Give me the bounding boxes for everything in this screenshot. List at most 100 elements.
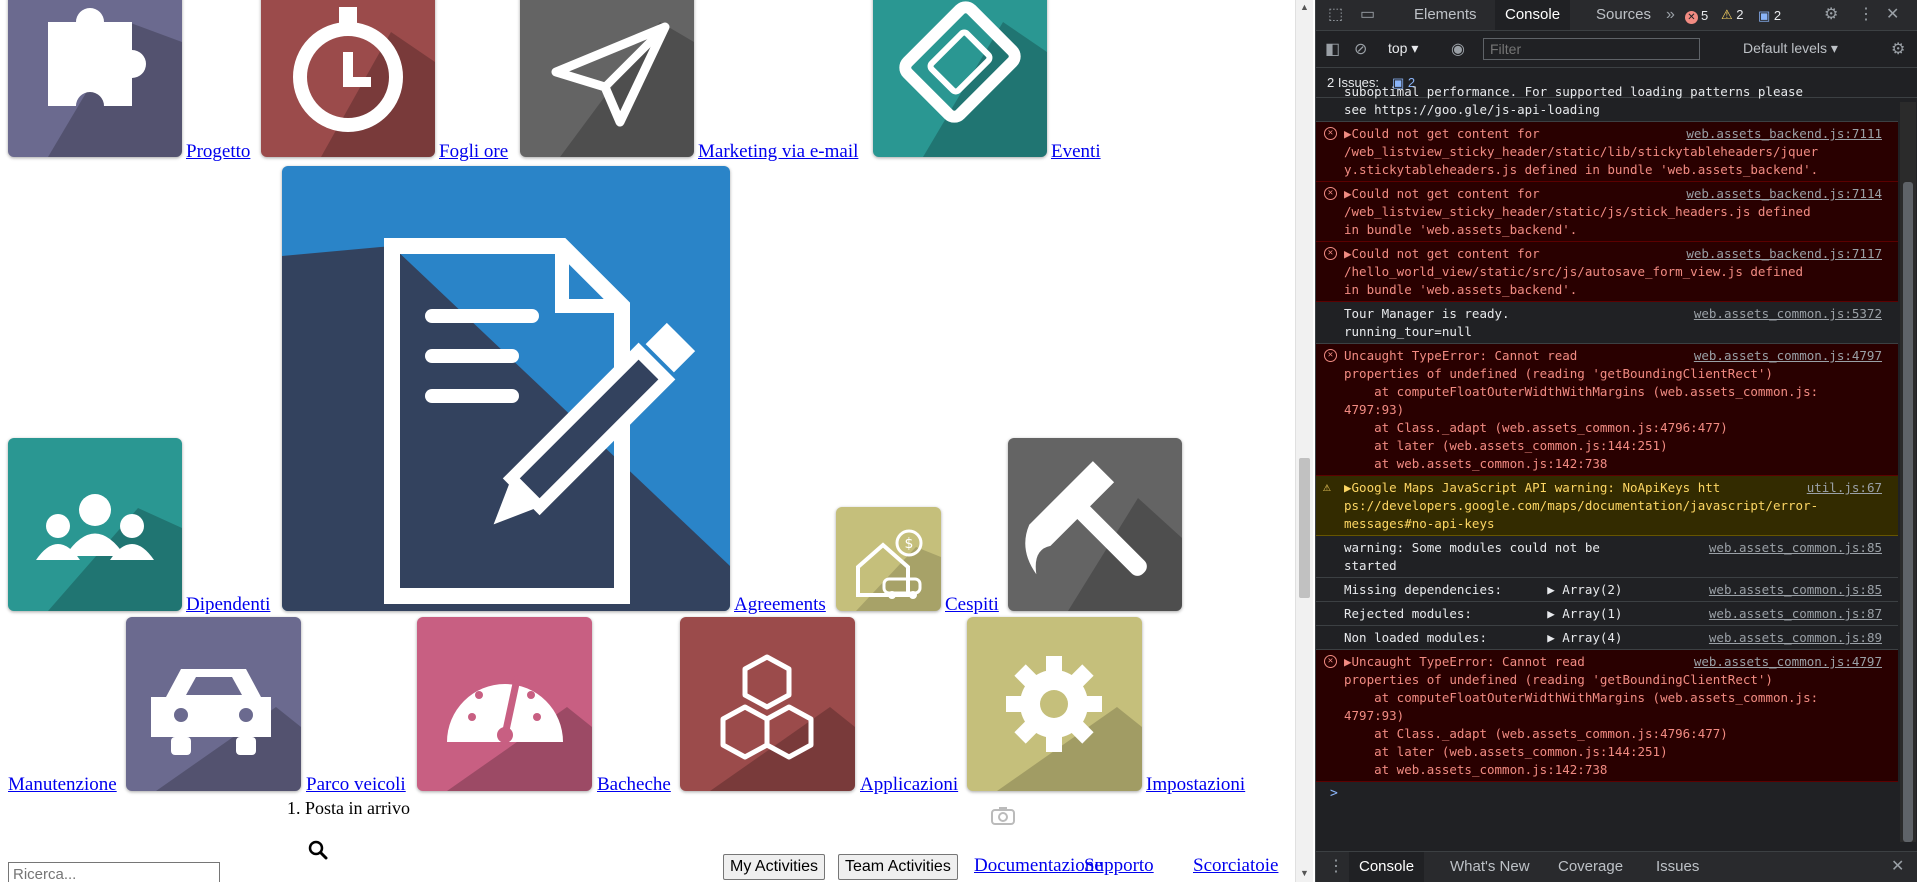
svg-text:$: $ <box>905 536 914 552</box>
gear-icon <box>967 617 1142 791</box>
paper-plane-icon <box>520 0 694 157</box>
drawer-tab-issues[interactable]: Issues <box>1646 852 1709 882</box>
tab-elements[interactable]: Elements <box>1404 0 1487 30</box>
scrollbar-thumb[interactable] <box>1299 458 1310 598</box>
sidebar-toggle-icon[interactable]: ◧ <box>1325 35 1340 65</box>
console-source-link[interactable]: web.assets_backend.js:7111 <box>1686 125 1882 143</box>
search-icon[interactable] <box>308 840 328 860</box>
document-sign-icon <box>282 166 730 611</box>
ticket-icon <box>873 0 1047 157</box>
more-tabs-icon[interactable]: » <box>1666 0 1675 30</box>
error-count[interactable]: ✕ 5 <box>1685 8 1708 24</box>
log-levels-select[interactable]: Default levels ▾ <box>1743 40 1838 57</box>
console-message-text: suboptimal performance. For supported lo… <box>1344 84 1804 117</box>
console-source-link[interactable]: web.assets_common.js:4797 <box>1693 653 1882 671</box>
console-message[interactable]: suboptimal performance. For supported lo… <box>1316 80 1898 122</box>
kebab-menu-icon[interactable]: ⋮ <box>1858 0 1874 30</box>
users-icon <box>8 438 182 611</box>
console-message-text: ▶Uncaught TypeError: Cannot read propert… <box>1344 654 1819 777</box>
scroll-down-icon[interactable]: ▼ <box>1300 868 1309 878</box>
console-settings-icon[interactable]: ⚙ <box>1891 35 1905 65</box>
console-filter-input[interactable] <box>1483 38 1700 60</box>
console-message[interactable]: ✕ ▶Could not get content for /web_listvie… <box>1316 122 1898 182</box>
shortcuts-link[interactable]: Scorciatoie <box>1193 855 1278 877</box>
devtools-panel: ⬚ ▭ Elements Console Sources » ✕ 5 ⚠ 2 ▣ … <box>1315 0 1917 882</box>
search-input[interactable] <box>8 862 220 882</box>
drawer-tab-console[interactable]: Console <box>1349 852 1425 882</box>
console-message[interactable]: ✕ Uncaught TypeError: Cannot read propert… <box>1316 344 1898 476</box>
devtools-toolbar: ⬚ ▭ Elements Console Sources » ✕ 5 ⚠ 2 ▣ … <box>1316 0 1917 31</box>
drawer-tab-whats-new[interactable]: What's New <box>1440 852 1540 882</box>
settings-gear-icon[interactable]: ⚙ <box>1824 0 1838 30</box>
app-label: Manutenzione <box>8 774 117 795</box>
app-label: Agreements <box>734 594 826 615</box>
my-activities-button[interactable]: My Activities <box>723 854 826 880</box>
console-message[interactable]: ✕ ▶Uncaught TypeError: Cannot read proper… <box>1316 650 1898 782</box>
console-scrollbar[interactable] <box>1900 102 1916 842</box>
app-label: Cespiti <box>945 594 999 615</box>
tab-sources[interactable]: Sources <box>1586 0 1661 30</box>
camera-icon[interactable] <box>990 805 1016 825</box>
console-source-link[interactable]: web.assets_common.js:85 <box>1709 581 1882 599</box>
warning-icon: ⚠ <box>1323 480 1331 495</box>
team-activities-button[interactable]: Team Activities <box>838 854 958 880</box>
console-message-text: Uncaught TypeError: Cannot read properti… <box>1344 348 1819 471</box>
error-icon: ✕ <box>1324 127 1337 140</box>
inspect-element-icon[interactable]: ⬚ <box>1328 0 1343 30</box>
console-source-link[interactable]: web.assets_common.js:87 <box>1709 605 1882 623</box>
console-message[interactable]: Tour Manager is ready. running_tour=null… <box>1316 302 1898 344</box>
console-source-link[interactable]: web.assets_common.js:89 <box>1709 629 1882 647</box>
scroll-up-icon[interactable]: ▲ <box>1300 2 1309 12</box>
console-message-text: warning: Some modules could not be start… <box>1344 540 1600 573</box>
clear-console-icon[interactable]: ⊘ <box>1354 35 1367 65</box>
puzzle-icon <box>8 0 182 157</box>
console-message-text: Rejected modules: ▶ Array(1) <box>1344 606 1623 621</box>
app-label: Applicazioni <box>860 774 959 795</box>
stopwatch-icon <box>261 0 435 157</box>
app-label: Impostazioni <box>1146 774 1246 795</box>
console-message[interactable]: ✕ ▶Could not get content for /hello_world… <box>1316 242 1898 302</box>
console-source-link[interactable]: web.assets_backend.js:7114 <box>1686 185 1882 203</box>
console-message[interactable]: ⚠ ▶Google Maps JavaScript API warning: No… <box>1316 476 1898 536</box>
drawer-tab-coverage[interactable]: Coverage <box>1548 852 1633 882</box>
car-icon <box>126 617 301 791</box>
console-message[interactable]: warning: Some modules could not be start… <box>1316 536 1898 578</box>
hammer-icon <box>1008 438 1182 611</box>
console-message[interactable]: Non loaded modules: ▶ Array(4) web.assets… <box>1316 626 1898 650</box>
page-scrollbar[interactable]: ▲ ▼ <box>1295 0 1313 882</box>
tab-console[interactable]: Console <box>1495 0 1571 30</box>
console-prompt[interactable]: > <box>1330 786 1338 801</box>
console-messages: suboptimal performance. For supported lo… <box>1316 80 1900 834</box>
console-message[interactable]: ✕ ▶Could not get content for /web_listvie… <box>1316 182 1898 242</box>
console-source-link[interactable]: web.assets_common.js:85 <box>1709 539 1882 557</box>
console-source-link[interactable]: web.assets_common.js:5372 <box>1694 305 1882 323</box>
support-link[interactable]: Supporto <box>1084 855 1154 877</box>
context-select[interactable]: top ▾ <box>1388 40 1418 57</box>
live-expression-eye-icon[interactable]: ◉ <box>1451 35 1465 65</box>
error-icon: ✕ <box>1324 247 1337 260</box>
app-label: Bacheche <box>597 774 671 795</box>
console-source-link[interactable]: util.js:67 <box>1806 479 1882 497</box>
error-icon: ✕ <box>1685 11 1698 24</box>
console-message-text: ▶Google Maps JavaScript API warning: NoA… <box>1344 480 1819 531</box>
console-message[interactable]: Missing dependencies: ▶ Array(2) web.asse… <box>1316 578 1898 602</box>
close-drawer-icon[interactable]: ✕ <box>1891 852 1904 882</box>
console-source-link[interactable]: web.assets_backend.js:7117 <box>1686 245 1882 263</box>
app-label: Marketing via e-mail <box>698 141 859 162</box>
scrollbar-thumb[interactable] <box>1903 182 1913 842</box>
list-item-label: Posta in arrivo <box>305 798 410 818</box>
console-message[interactable]: Rejected modules: ▶ Array(1) web.assets_c… <box>1316 602 1898 626</box>
device-toolbar-icon[interactable]: ▭ <box>1360 0 1375 30</box>
console-source-link[interactable]: web.assets_common.js:4797 <box>1693 347 1882 365</box>
drawer-menu-icon[interactable]: ⋮ <box>1328 852 1344 882</box>
close-devtools-icon[interactable]: ✕ <box>1886 0 1899 30</box>
error-icon: ✕ <box>1324 655 1337 668</box>
list-item[interactable]: 1. Posta in arrivo <box>287 798 410 819</box>
app-label: Progetto <box>186 141 251 162</box>
console-toolbar: ◧ ⊘ top ▾ ◉ Default levels ▾ ⚙ <box>1316 31 1917 68</box>
drawer-tabbar: ⋮ Console What's New Coverage Issues ✕ <box>1316 851 1917 882</box>
warning-count[interactable]: ⚠ 2 <box>1721 7 1744 23</box>
error-icon: ✕ <box>1324 349 1337 362</box>
console-message-text: Tour Manager is ready. running_tour=null <box>1344 306 1510 339</box>
message-count[interactable]: ▣ 2 <box>1758 8 1781 24</box>
